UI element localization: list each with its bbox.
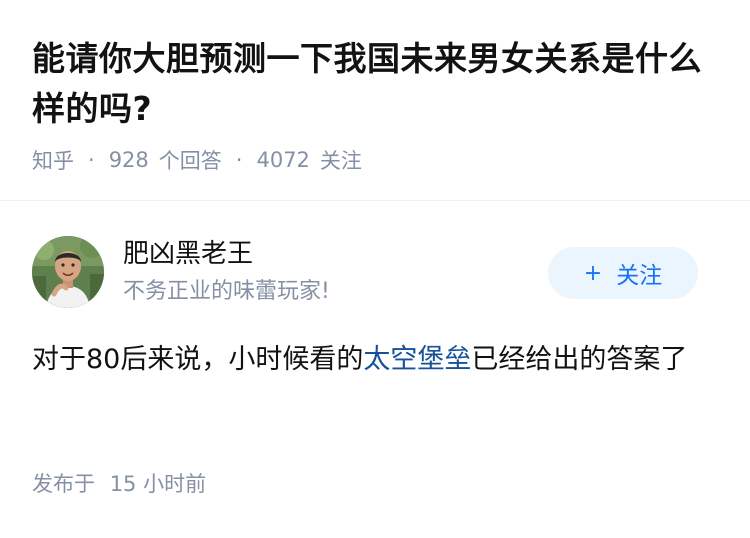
- follower-count-label: 关注: [319, 149, 362, 173]
- avatar-photo-icon: [32, 236, 104, 308]
- section-divider: [0, 200, 750, 201]
- author-avatar[interactable]: [32, 236, 104, 308]
- follow-button-label: 关注: [616, 263, 663, 289]
- plus-icon: +: [583, 260, 603, 286]
- question-title[interactable]: 能请你大胆预测一下我国未来男女关系是什么样的吗?: [32, 34, 722, 134]
- meta-separator: ·: [88, 148, 95, 172]
- source-label[interactable]: 知乎: [32, 145, 74, 175]
- answer-time-value: 15 小时前: [109, 472, 207, 496]
- answer-text-after: 已经给出的答案了: [471, 344, 688, 375]
- answer-link[interactable]: 太空堡垒: [363, 344, 471, 375]
- answer-count-label[interactable]: 个回答: [159, 145, 222, 175]
- answer-page: 能请你大胆预测一下我国未来男女关系是什么样的吗? 知乎 · 928 个回答 · …: [0, 0, 750, 538]
- answer-time: 发布于 15 小时前: [32, 468, 206, 500]
- follow-button[interactable]: + 关注: [548, 247, 698, 299]
- meta-separator: ·: [235, 148, 243, 172]
- answer-body: 对于80后来说，小时候看的太空堡垒已经给出的答案了: [32, 336, 722, 384]
- author-name[interactable]: 肥凶黑老王: [123, 236, 253, 272]
- author-bio: 不务正业的味蕾玩家!: [123, 279, 330, 304]
- follower-count: 4072: [256, 148, 310, 172]
- answer-text-before: 对于80后来说，小时候看的: [32, 344, 364, 375]
- answer-time-prefix: 发布于: [32, 472, 95, 496]
- answer-count[interactable]: 928: [109, 148, 149, 172]
- question-meta: 知乎 · 928 个回答 · 4072 关注: [32, 144, 362, 176]
